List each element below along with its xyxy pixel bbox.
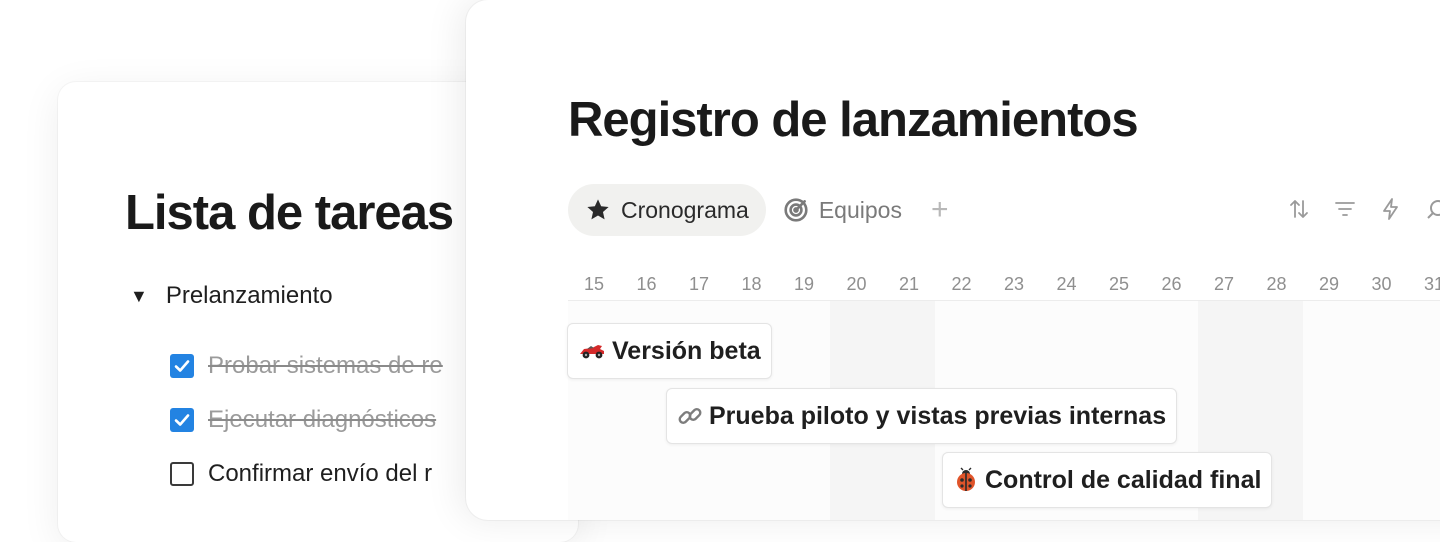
date-label: 15 <box>583 274 605 294</box>
release-log-card: Registro de lanzamientos Cronograma Equi… <box>466 0 1440 520</box>
automation-icon[interactable] <box>1378 196 1404 222</box>
date-label: 19 <box>793 274 815 294</box>
tab-equipos[interactable]: Equipos <box>766 184 919 236</box>
toggle-label: Prelanzamiento <box>165 282 333 309</box>
timeline-item-pilot[interactable]: Prueba piloto y vistas previas internas <box>666 388 1178 444</box>
date-label: 31 <box>1423 274 1440 294</box>
date-label: 22 <box>951 274 972 294</box>
date-label: 24 <box>1056 274 1077 294</box>
date-label: 23 <box>1003 274 1025 294</box>
date-label: 29 <box>1318 274 1340 294</box>
check-icon <box>174 414 190 426</box>
check-icon <box>174 360 190 372</box>
filter-icon[interactable] <box>1332 196 1358 222</box>
task-text: Confirmar envío del r <box>208 460 433 487</box>
item-label: Control de calidad final <box>985 465 1262 494</box>
task-item: Ejecutar diagnósticos <box>170 406 436 434</box>
item-label: Prueba piloto y vistas previas internas <box>709 401 1167 430</box>
target-icon <box>783 197 809 223</box>
sort-icon[interactable] <box>1286 196 1312 222</box>
task-text: Ejecutar diagnósticos <box>208 406 437 433</box>
search-icon[interactable] <box>1424 196 1440 222</box>
race-car-icon <box>578 342 606 360</box>
timeline-dates: 15 16 17 18 19 20 21 22 23 24 25 26 27 28 29 30 31 <box>568 274 1440 300</box>
checkbox-checked[interactable] <box>170 408 194 432</box>
date-label: 17 <box>688 274 710 294</box>
checkbox-unchecked[interactable] <box>170 462 194 486</box>
item-label: Versión beta <box>612 336 761 365</box>
tab-cronograma[interactable]: Cronograma <box>568 184 766 236</box>
release-log-title: Registro de lanzamientos <box>568 93 1139 147</box>
tab-label: Equipos <box>818 196 902 223</box>
date-label: 26 <box>1161 274 1182 294</box>
task-item: Confirmar envío del r <box>170 460 432 488</box>
task-item: Probar sistemas de re <box>170 352 443 380</box>
date-label: 25 <box>1108 274 1130 294</box>
date-label: 28 <box>1266 274 1287 294</box>
timeline-item-beta[interactable]: Versión beta <box>567 323 772 379</box>
triangle-down-icon[interactable]: ▼ <box>130 286 148 307</box>
date-label: 18 <box>741 274 762 294</box>
task-text: Probar sistemas de re <box>208 352 443 379</box>
date-label: 16 <box>636 274 657 294</box>
date-label: 21 <box>898 274 920 294</box>
view-tabs: Cronograma Equipos + <box>568 184 949 236</box>
date-label: 30 <box>1371 274 1392 294</box>
link-icon <box>677 403 703 429</box>
timeline-item-qa[interactable]: Control de calidad final <box>942 452 1273 508</box>
checkbox-checked[interactable] <box>170 354 194 378</box>
ladybug-icon <box>953 467 979 493</box>
toolbar <box>1286 196 1440 222</box>
toggle-prelaunch[interactable]: ▼ Prelanzamiento <box>130 282 333 310</box>
date-label: 20 <box>846 274 867 294</box>
tab-label: Cronograma <box>621 196 749 223</box>
star-icon <box>585 197 611 223</box>
add-view-button[interactable]: + <box>931 195 949 225</box>
task-list-title: Lista de tareas <box>125 186 454 240</box>
date-label: 27 <box>1213 274 1235 294</box>
